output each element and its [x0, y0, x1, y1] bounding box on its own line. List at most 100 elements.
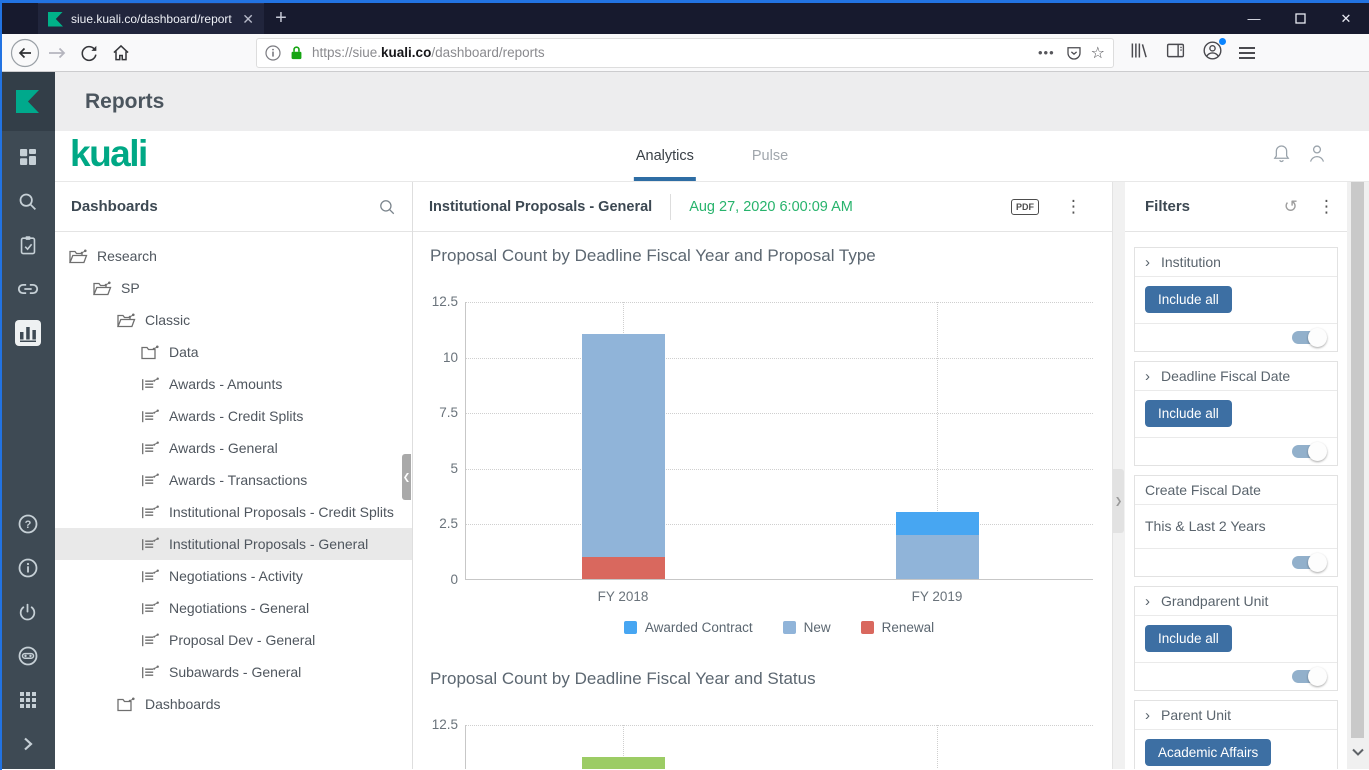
filters-kebab-menu-icon[interactable]: ⋮: [1318, 198, 1335, 215]
help-icon[interactable]: ?: [15, 511, 41, 537]
tree-item-awards-transactions[interactable]: Awards - Transactions: [55, 464, 412, 496]
filter-chip-include-all[interactable]: Include all: [1145, 286, 1232, 313]
bar-segment-new[interactable]: [582, 334, 665, 556]
tree-item-data[interactable]: Data: [55, 336, 412, 368]
left-rail: ?: [0, 72, 55, 769]
legend-item-new[interactable]: New: [783, 620, 831, 635]
info-icon[interactable]: [15, 555, 41, 581]
panel-collapse-handle[interactable]: ❮: [402, 454, 411, 500]
forward-button[interactable]: [42, 38, 72, 68]
report-timestamp: Aug 27, 2020 6:00:09 AM: [689, 199, 853, 215]
tree-item-negotiations-general[interactable]: Negotiations - General: [55, 592, 412, 624]
reports-chart-icon-active[interactable]: [15, 320, 41, 346]
filter-toggle-switch[interactable]: [1292, 331, 1325, 344]
tree-item-negotiations-activity[interactable]: Negotiations - Activity: [55, 560, 412, 592]
account-icon[interactable]: [1202, 40, 1223, 66]
pdf-export-button[interactable]: PDF: [1011, 199, 1039, 215]
tree-item-institutional-proposals-credit-splits[interactable]: Institutional Proposals - Credit Splits: [55, 496, 412, 528]
tab-close-icon[interactable]: ✕: [240, 11, 256, 28]
lock-icon[interactable]: [289, 45, 304, 61]
tree-item-subawards-general[interactable]: Subawards - General: [55, 656, 412, 688]
kuali-favicon: [48, 12, 63, 27]
legend-label: Awarded Contract: [645, 620, 753, 635]
expand-chevron-icon[interactable]: [15, 731, 41, 757]
report-kebab-menu-icon[interactable]: ⋮: [1065, 198, 1082, 215]
bar-segment-awarded-contract[interactable]: [896, 512, 979, 534]
filters-reset-icon[interactable]: ↺: [1284, 197, 1298, 217]
gridline-horizontal: [466, 524, 1093, 525]
tree-item-research[interactable]: Research: [55, 240, 412, 272]
url-text: https://siue.kuali.co/dashboard/reports: [312, 45, 1028, 60]
bot-icon[interactable]: [15, 643, 41, 669]
logout-power-icon[interactable]: [15, 599, 41, 625]
tree-item-classic[interactable]: Classic: [55, 304, 412, 336]
bar-segment-series[interactable]: [582, 757, 665, 769]
folder-icon: [93, 281, 112, 296]
legend-item-awarded-contract[interactable]: Awarded Contract: [624, 620, 753, 635]
user-profile-icon[interactable]: [1307, 143, 1327, 169]
dashboards-search-icon[interactable]: [378, 198, 396, 216]
close-window-button[interactable]: ✕: [1323, 3, 1369, 34]
back-button[interactable]: [10, 38, 40, 68]
tree-item-awards-credit-splits[interactable]: Awards - Credit Splits: [55, 400, 412, 432]
tree-item-awards-amounts[interactable]: Awards - Amounts: [55, 368, 412, 400]
link-icon[interactable]: [15, 276, 41, 302]
y-axis-tick-label: 7.5: [414, 405, 458, 420]
bar-segment-new[interactable]: [896, 535, 979, 579]
filter-header-deadline-fiscal-date[interactable]: ›Deadline Fiscal Date: [1135, 362, 1337, 391]
filter-header-parent-unit[interactable]: ›Parent Unit: [1135, 701, 1337, 730]
tree-item-awards-general[interactable]: Awards - General: [55, 432, 412, 464]
legend-item-renewal[interactable]: Renewal: [861, 620, 935, 635]
scrollbar-thumb[interactable]: [1351, 182, 1364, 738]
filter-chip-include-all[interactable]: Include all: [1145, 400, 1232, 427]
scroll-down-arrow-icon[interactable]: [1350, 744, 1366, 760]
minimize-button[interactable]: —: [1231, 3, 1277, 34]
app-grid-icon[interactable]: [15, 687, 41, 713]
tab-pulse[interactable]: Pulse: [748, 131, 792, 181]
filter-value[interactable]: This & Last 2 Years: [1145, 514, 1266, 538]
app-tabs: Analytics Pulse: [632, 131, 792, 181]
filters-collapse-handle[interactable]: ❯: [1113, 469, 1124, 533]
tree-item-proposal-dev-general[interactable]: Proposal Dev - General: [55, 624, 412, 656]
tab-analytics[interactable]: Analytics: [632, 131, 698, 181]
folder-icon: [69, 249, 88, 264]
content-row: Dashboards ResearchSPClassicDataAwards -…: [55, 182, 1369, 769]
home-button[interactable]: [106, 38, 136, 68]
page-actions-icon[interactable]: •••: [1036, 45, 1057, 60]
bookmark-star-icon[interactable]: ☆: [1091, 43, 1105, 63]
filter-toggle-switch[interactable]: [1292, 670, 1325, 683]
pocket-icon[interactable]: [1065, 44, 1083, 62]
filter-chip-include-all[interactable]: Include all: [1145, 625, 1232, 652]
filters-panel: Filters ↺ ⋮ ›InstitutionInclude all›Dead…: [1125, 182, 1347, 769]
search-icon[interactable]: [15, 188, 41, 214]
filter-toggle-switch[interactable]: [1292, 445, 1325, 458]
filter-header-create-fiscal-date[interactable]: Create Fiscal Date: [1135, 476, 1337, 505]
filter-toggle-switch[interactable]: [1292, 556, 1325, 569]
filter-header-grandparent-unit[interactable]: ›Grandparent Unit: [1135, 587, 1337, 616]
bar-segment-renewal[interactable]: [582, 557, 665, 579]
report-icon: [141, 633, 160, 648]
library-icon[interactable]: [1128, 40, 1149, 66]
report-icon: [141, 537, 160, 552]
notifications-bell-icon[interactable]: [1272, 143, 1291, 169]
url-bar[interactable]: https://siue.kuali.co/dashboard/reports …: [256, 38, 1114, 68]
tree-item-dashboards[interactable]: Dashboards: [55, 688, 412, 720]
dashboard-grid-icon[interactable]: [15, 144, 41, 170]
new-tab-button[interactable]: +: [264, 3, 298, 34]
tree-item-sp[interactable]: SP: [55, 272, 412, 304]
kuali-logo-mark[interactable]: [0, 72, 55, 131]
browser-tab[interactable]: siue.kuali.co/dashboard/report ✕: [38, 3, 264, 34]
filter-chip-academic-affairs[interactable]: Academic Affairs: [1145, 739, 1271, 766]
tasks-clipboard-icon[interactable]: [15, 232, 41, 258]
tree-item-institutional-proposals-general[interactable]: Institutional Proposals - General: [55, 528, 412, 560]
legend-swatch: [861, 621, 874, 634]
sidebars-icon[interactable]: [1165, 40, 1186, 66]
menu-hamburger-icon[interactable]: [1239, 44, 1255, 62]
page-info-icon[interactable]: [265, 45, 281, 61]
tree-item-label: Negotiations - Activity: [169, 568, 303, 584]
tree-item-label: Proposal Dev - General: [169, 632, 315, 648]
page-scrollbar[interactable]: [1347, 182, 1369, 769]
reload-button[interactable]: [74, 38, 104, 68]
maximize-button[interactable]: [1277, 3, 1323, 34]
filter-header-institution[interactable]: ›Institution: [1135, 248, 1337, 277]
